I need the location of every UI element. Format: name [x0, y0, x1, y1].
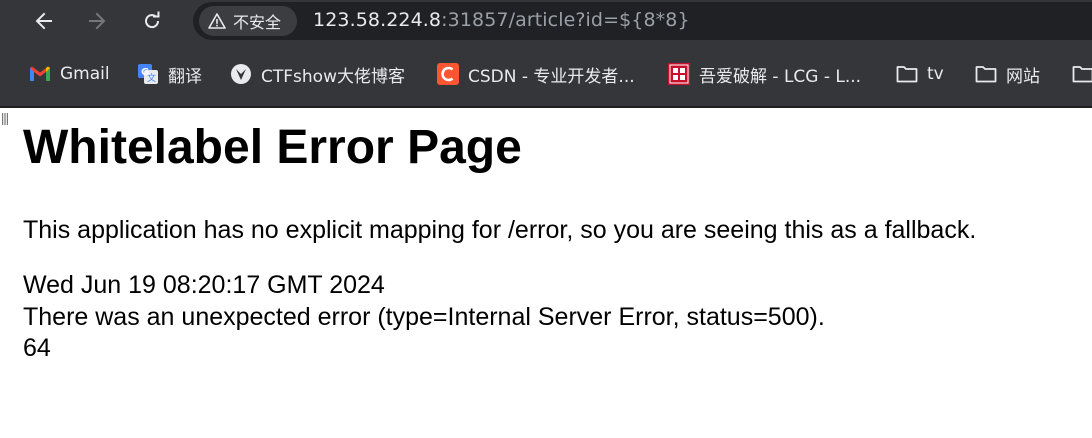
- bookmark-translate[interactable]: G 文 翻译: [137, 60, 202, 88]
- security-indicator[interactable]: 不安全: [199, 6, 297, 36]
- bookmark-label: CSDN - 专业开发者...: [468, 66, 635, 87]
- bookmark-label: CTFshow大佬博客: [261, 66, 405, 87]
- bookmark-label: tv: [927, 64, 944, 84]
- url-text[interactable]: 123.58.224.8:31857/article?id=${8*8}: [313, 9, 690, 31]
- page-content: Whitelabel Error Page This application h…: [0, 108, 1092, 438]
- translate-icon: G 文: [137, 63, 159, 85]
- back-button[interactable]: [28, 5, 60, 37]
- arrow-left-icon: [35, 12, 52, 30]
- bookmarks-bar: Gmail G 文 翻译 CTFshow大佬博客 CSDN - 专业开发者...…: [0, 42, 1092, 106]
- svg-text:文: 文: [147, 72, 156, 84]
- ctfshow-icon: [230, 63, 252, 85]
- bookmark-label: 翻译: [168, 66, 202, 87]
- reload-icon: [145, 11, 160, 29]
- address-bar[interactable]: 不安全 123.58.224.8:31857/article?id=${8*8}: [193, 2, 1092, 40]
- bookmark-folder-websites[interactable]: 网站: [975, 60, 1040, 88]
- folder-icon: [1072, 63, 1092, 85]
- folder-icon: [896, 63, 918, 85]
- error-timestamp: Wed Jun 19 08:20:17 GMT 2024: [23, 271, 385, 299]
- 52pojie-icon: [668, 63, 690, 85]
- csdn-icon: [437, 63, 459, 85]
- gmail-icon: [29, 63, 51, 85]
- page-title: Whitelabel Error Page: [23, 121, 522, 174]
- bookmark-folder-tv[interactable]: tv: [896, 60, 944, 88]
- url-host: 123.58.224.8: [313, 9, 442, 31]
- url-path: :31857/article?id=${8*8}: [441, 9, 690, 31]
- browser-toolbar: 不安全 123.58.224.8:31857/article?id=${8*8}: [0, 0, 1092, 42]
- error-description: This application has no explicit mapping…: [23, 216, 977, 244]
- warning-triangle-icon: [208, 13, 226, 29]
- bookmark-label: 网站: [1006, 66, 1040, 87]
- bookmark-ctfshow[interactable]: CTFshow大佬博客: [230, 60, 405, 88]
- evaluated-result: 64: [23, 334, 51, 362]
- bookmark-gmail[interactable]: Gmail: [29, 60, 110, 88]
- bookmark-label: Gmail: [60, 64, 110, 84]
- bookmark-csdn[interactable]: CSDN - 专业开发者...: [437, 60, 635, 88]
- bookmark-52pojie[interactable]: 吾爱破解 - LCG - L...: [668, 60, 861, 88]
- bookmark-folder-more[interactable]: [1072, 60, 1092, 88]
- error-details: There was an unexpected error (type=Inte…: [23, 303, 825, 331]
- forward-button[interactable]: [81, 5, 113, 37]
- arrow-right-icon: [89, 12, 106, 30]
- resize-handle-icon[interactable]: [2, 112, 8, 126]
- security-label: 不安全: [233, 13, 282, 32]
- reload-button[interactable]: [136, 5, 168, 37]
- folder-icon: [975, 63, 997, 85]
- bookmark-label: 吾爱破解 - LCG - L...: [699, 66, 862, 87]
